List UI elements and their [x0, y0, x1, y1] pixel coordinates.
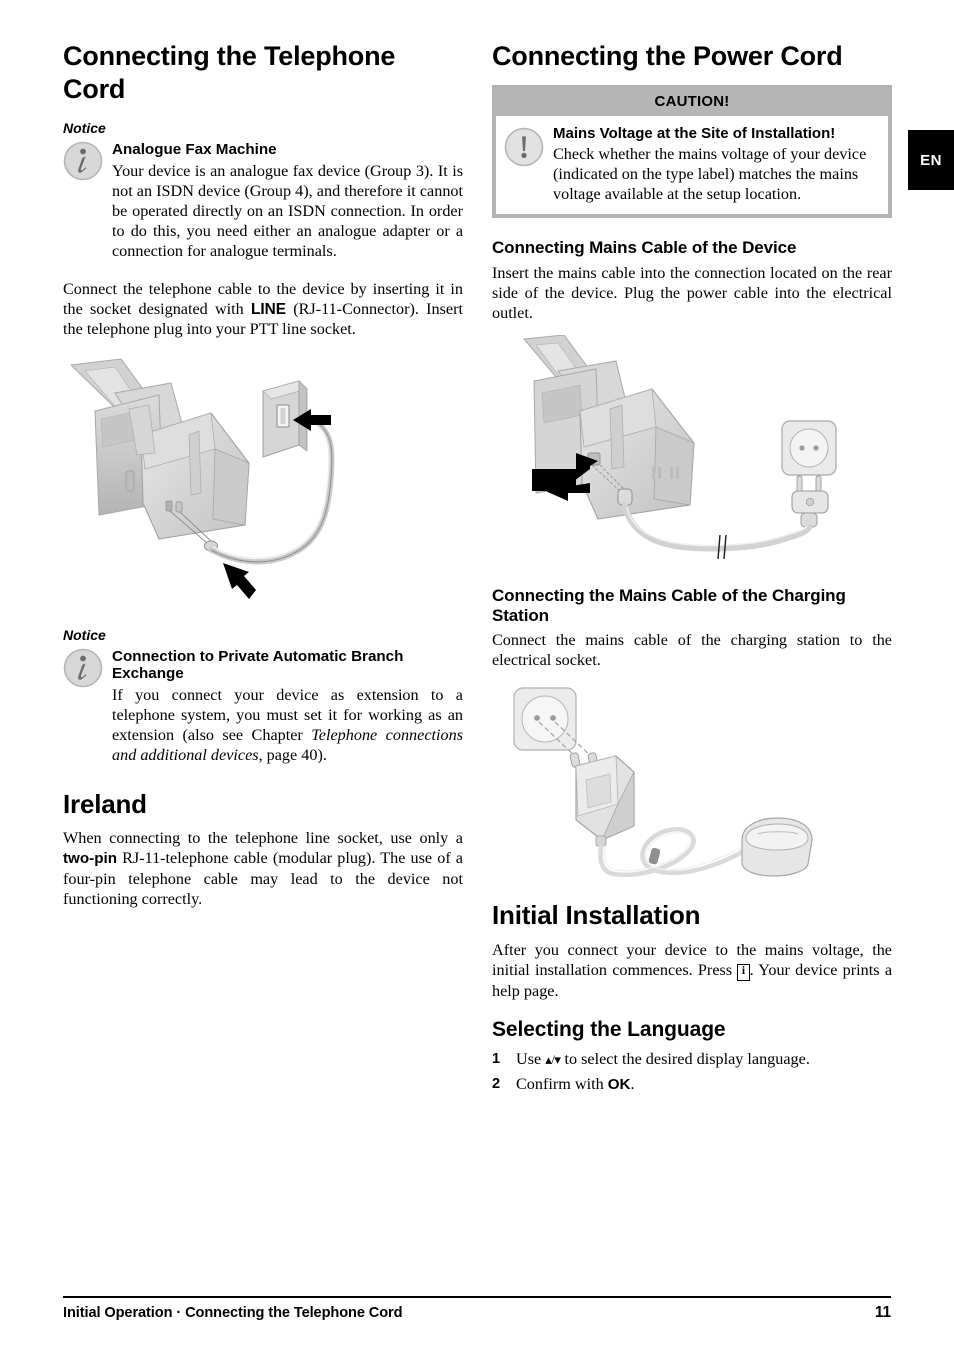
figure-charging-station-power [492, 680, 892, 880]
section-heading-charging-station: Connecting the Mains Cable of the Chargi… [492, 586, 846, 625]
step-item-1: 1 Use ▴/▾ to select the desired display … [492, 1048, 892, 1071]
page-title-power-cord: Connecting the Power Cord [492, 41, 843, 71]
notice-title-analogue-fax: Analogue Fax Machine [112, 140, 277, 158]
step-item-2: 2 Confirm with OK. [492, 1073, 892, 1096]
paragraph-ireland: When connecting to the telephone line so… [63, 828, 463, 909]
warning-icon [504, 127, 544, 167]
footer-section: Connecting the Telephone Cord [185, 1305, 403, 1321]
document-page: EN Connecting the Telephone Cord Notice … [0, 0, 954, 1352]
language-tab: EN [908, 130, 954, 190]
paragraph-connect-telephone-cable: Connect the telephone cable to the devic… [63, 279, 463, 339]
step1-part2: to select the desired display language. [560, 1050, 810, 1069]
caution-text: Check whether the mains voltage of your … [553, 145, 867, 204]
ireland-text-part1: When connecting to the telephone line so… [63, 829, 463, 848]
footer-breadcrumb: Initial Operation · Connecting the Telep… [63, 1305, 403, 1321]
two-pin-label: two-pin [63, 850, 117, 868]
paragraph-mains-cable-device: Insert the mains cable into the connecti… [492, 264, 892, 323]
notice-block-pabx: Connection to Private Automatic Branch E… [63, 646, 463, 765]
notice-text-pabx-part2: , page 40). [258, 745, 327, 764]
caution-header: CAUTION! [496, 88, 888, 116]
section-heading-mains-cable-device: Connecting Mains Cable of the Device [492, 238, 797, 258]
page-title-telephone-cord: Connecting the Telephone Cord [63, 41, 396, 104]
left-column: Connecting the Telephone Cord Notice Ana… [63, 40, 463, 909]
info-icon [63, 141, 103, 181]
ok-key-label: OK [607, 1075, 631, 1093]
paragraph-initial-installation: After you connect your device to the mai… [492, 940, 892, 1001]
footer-separator: · [176, 1305, 182, 1321]
step2-part2: . [630, 1074, 635, 1093]
updown-arrow-icon: ▴/▾ [545, 1052, 561, 1068]
notice-text-analogue-fax: Your device is an analogue fax device (G… [112, 161, 463, 260]
notice-label-2: Notice [63, 626, 106, 643]
right-column: Connecting the Power Cord CAUTION! Mains… [492, 40, 892, 1097]
step-text-2: Confirm with OK. [516, 1073, 635, 1096]
section-heading-ireland: Ireland [63, 788, 147, 819]
info-key-icon: i [737, 963, 750, 981]
caution-title: Mains Voltage at the Site of Installatio… [553, 124, 836, 142]
steps-list: 1 Use ▴/▾ to select the desired display … [492, 1048, 892, 1095]
page-number: 11 [874, 1304, 891, 1321]
line-label: LINE [250, 300, 287, 318]
figure-telephone-cable-connection [63, 353, 463, 613]
step1-part1: Use [516, 1050, 546, 1069]
figure-mains-cable-connection [492, 335, 892, 570]
step-text-1: Use ▴/▾ to select the desired display la… [516, 1048, 810, 1071]
notice-block-analogue-fax: Analogue Fax Machine Your device is an a… [63, 139, 463, 261]
section-heading-selecting-language: Selecting the Language [492, 1017, 726, 1041]
step-number-2: 2 [492, 1075, 501, 1092]
section-heading-initial-installation: Initial Installation [492, 900, 701, 931]
footer-chapter: Initial Operation [63, 1305, 173, 1321]
notice-label-1: Notice [63, 119, 106, 136]
notice-text-pabx: If you connect your device as extension … [112, 685, 463, 765]
page-footer: Initial Operation · Connecting the Telep… [63, 1296, 891, 1322]
ireland-text-part2: RJ-11-telephone cable (modular plug). Th… [63, 849, 463, 909]
language-tab-label: EN [920, 151, 942, 169]
paragraph-charging-station: Connect the mains cable of the charging … [492, 631, 892, 670]
step-number-1: 1 [492, 1051, 501, 1068]
step2-part1: Confirm with [516, 1074, 608, 1093]
caution-box: CAUTION! Mains Voltage at the Site of In… [492, 84, 892, 219]
info-icon [63, 648, 103, 688]
notice-title-pabx: Connection to Private Automatic Branch E… [112, 647, 404, 683]
